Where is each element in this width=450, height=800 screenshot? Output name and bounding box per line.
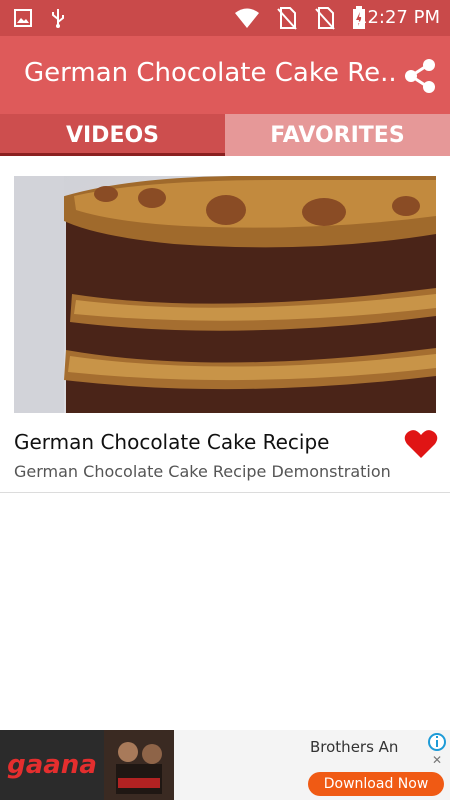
ad-close-icon[interactable]: ✕ — [432, 753, 442, 767]
no-sim-icon — [314, 6, 336, 34]
app-bar: German Chocolate Cake Re... — [0, 36, 450, 114]
tab-bar: VIDEOS FAVORITES — [0, 114, 450, 156]
ad-logo[interactable]: gaana — [0, 730, 104, 800]
share-icon — [405, 59, 435, 93]
wifi-icon — [234, 7, 260, 33]
image-icon — [14, 9, 32, 31]
ad-poster-image[interactable] — [104, 730, 174, 800]
tab-indicator — [0, 153, 225, 156]
ad-download-button[interactable]: Download Now — [308, 772, 444, 796]
ad-banner[interactable]: gaana Brothers An ✕ Download Now — [0, 730, 450, 800]
ad-logo-text: gaana — [7, 750, 97, 780]
status-bar: 12:27 PM — [0, 0, 450, 36]
video-subtitle: German Chocolate Cake Recipe Demonstrati… — [14, 462, 391, 481]
status-time: 12:27 PM — [356, 7, 440, 28]
ad-text: Brothers An — [310, 738, 399, 756]
tab-videos[interactable]: VIDEOS — [0, 114, 225, 156]
no-sim-icon — [276, 6, 298, 34]
tab-favorites[interactable]: FAVORITES — [225, 114, 450, 156]
share-button[interactable] — [400, 56, 440, 96]
divider — [0, 492, 450, 493]
heart-icon — [404, 430, 438, 458]
favorite-button[interactable] — [404, 428, 438, 460]
video-title[interactable]: German Chocolate Cake Recipe — [14, 430, 329, 454]
video-thumbnail[interactable] — [14, 176, 436, 413]
ad-info-icon[interactable] — [428, 733, 446, 751]
page-title: German Chocolate Cake Re... — [24, 58, 394, 88]
usb-icon — [50, 8, 66, 32]
